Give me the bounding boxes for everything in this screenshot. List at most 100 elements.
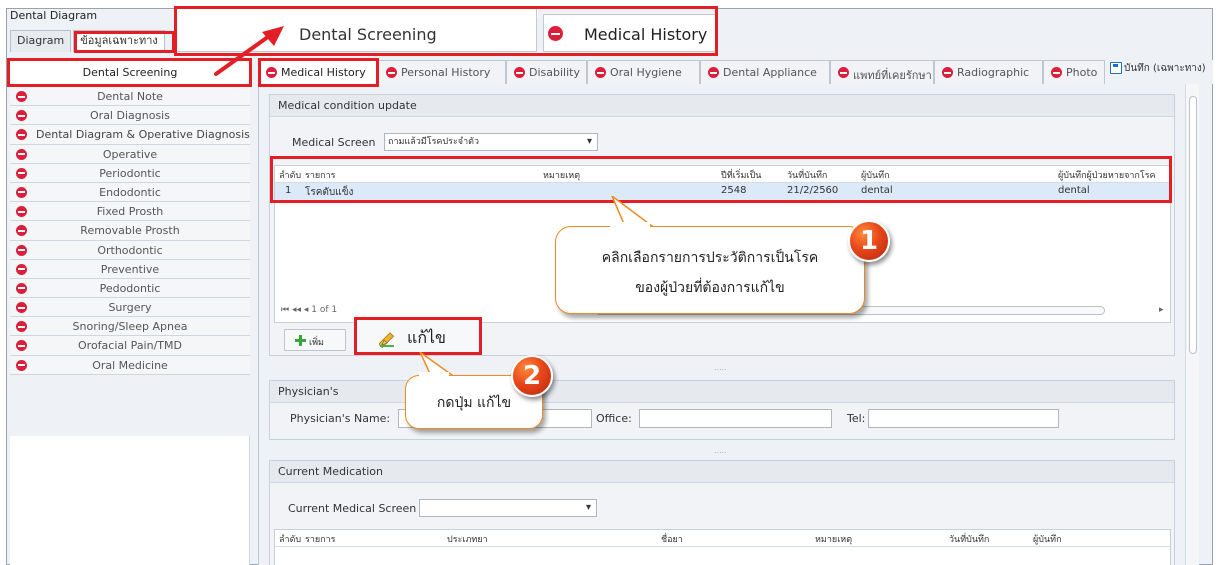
sidebar-item-label: Preventive bbox=[100, 262, 160, 276]
sidebar-item[interactable]: Oral Diagnosis bbox=[10, 106, 250, 126]
zoom-tab-medical-history-label: Medical History bbox=[584, 25, 708, 44]
sidebar-item[interactable]: Fixed Prosth bbox=[10, 202, 250, 222]
medical-condition-grid-header: ลำดับ รายการ หมายเหตุ ปีที่เริ่มเป็น วัน… bbox=[275, 166, 1170, 183]
row-start-year: 2548 bbox=[721, 185, 747, 196]
plus-icon bbox=[295, 335, 306, 346]
tab-4[interactable]: Dental Appliance bbox=[700, 60, 830, 84]
tab-5[interactable]: แพทย์ที่เคยรักษา bbox=[830, 60, 934, 84]
minus-circle-icon bbox=[708, 67, 719, 78]
office-label: Office: bbox=[596, 412, 632, 425]
tab-6[interactable]: Radiographic bbox=[934, 60, 1043, 84]
sidebar-item[interactable]: Removable Prosth bbox=[10, 221, 250, 241]
zoom-tab-medical-history[interactable]: Medical History bbox=[543, 14, 716, 52]
col-item: รายการ bbox=[305, 535, 336, 545]
col-no: ลำดับ bbox=[279, 171, 302, 181]
col-record-date: วันที่บันทึก bbox=[949, 535, 990, 545]
sidebar-item[interactable]: Orofacial Pain/TMD bbox=[10, 336, 250, 356]
office-field[interactable] bbox=[639, 409, 832, 428]
scroll-right-icon[interactable]: ▸ bbox=[1159, 305, 1164, 315]
tab-7[interactable]: Photo bbox=[1043, 60, 1105, 84]
splitter-dots[interactable]: ..... bbox=[714, 363, 727, 372]
tab-1[interactable]: Personal History bbox=[378, 60, 506, 84]
current-medical-screen-select[interactable] bbox=[419, 499, 597, 517]
sidebar-item[interactable]: Snoring/Sleep Apnea bbox=[10, 317, 250, 337]
sidebar-item-label: Surgery bbox=[108, 301, 152, 315]
vertical-scrollbar-thumb[interactable] bbox=[1189, 96, 1197, 354]
tab-label: แพทย์ที่เคยรักษา bbox=[853, 69, 932, 82]
physician-name-label: Physician's Name: bbox=[290, 412, 391, 425]
tab-diagram[interactable]: Diagram bbox=[10, 30, 72, 52]
sidebar-item[interactable]: Surgery bbox=[10, 298, 250, 318]
pencil-icon bbox=[379, 332, 394, 348]
tab-label: Medical History bbox=[281, 66, 366, 79]
tab-specialty-info[interactable]: ข้อมูลเฉพาะทาง bbox=[73, 30, 165, 52]
sidebar-item[interactable]: Operative bbox=[10, 144, 250, 164]
save-specialty-label: บันทึก (เฉพาะทาง) bbox=[1124, 63, 1206, 74]
col-recorder: ผู้บันทึก bbox=[861, 171, 890, 181]
minus-circle-icon bbox=[1051, 67, 1062, 78]
medical-screen-select[interactable]: ถามแล้วมีโรคประจำตัว bbox=[384, 133, 598, 151]
zoom-tab-dental-screening-label: Dental Screening bbox=[299, 25, 437, 44]
sidebar-item[interactable]: Dental Diagram & Operative Diagnosis bbox=[10, 125, 250, 145]
col-item: รายการ bbox=[305, 171, 336, 181]
add-button[interactable]: เพิ่ม bbox=[284, 329, 346, 351]
sidebar-item-label: Dental Diagram & Operative Diagnosis bbox=[36, 128, 250, 142]
sidebar-item[interactable]: Oral Medicine bbox=[10, 355, 250, 375]
vertical-scrollbar[interactable] bbox=[1185, 84, 1199, 565]
tab-label: Radiographic bbox=[957, 66, 1030, 79]
current-medication-grid-header: ลำดับ รายการ ประเภทยา ชื่อยา หมายเหตุ วั… bbox=[275, 530, 1170, 547]
tab-label: Dental Appliance bbox=[723, 66, 817, 79]
splitter-dots[interactable]: ..... bbox=[714, 446, 727, 455]
step-2-badge: 2 bbox=[511, 355, 553, 397]
col-drug-type: ประเภทยา bbox=[447, 535, 488, 545]
add-button-label: เพิ่ม bbox=[309, 338, 324, 348]
instruction-callout-step-1: คลิกเลือกรายการประวัติการเป็นโรค ของผู้ป… bbox=[555, 226, 865, 314]
pager-text: 1 of 1 bbox=[311, 305, 338, 315]
sidebar-item-label: Operative bbox=[102, 147, 158, 161]
sidebar-item-label: Oral Medicine bbox=[92, 358, 168, 372]
tab-label: Photo bbox=[1066, 66, 1098, 79]
sidebar-item-label: Endodontic bbox=[99, 185, 161, 199]
medical-condition-title: Medical condition update bbox=[270, 95, 1174, 117]
grid-pager[interactable]: ⏮ ◂◂ ◂ 1 of 1 bbox=[281, 305, 337, 315]
callout-2-text: กดปุ่ม แก้ไข bbox=[436, 395, 512, 411]
sidebar-item-label: Oral Diagnosis bbox=[90, 109, 170, 123]
row-cured-by: dental bbox=[1058, 185, 1090, 196]
tab-2[interactable]: Disability bbox=[506, 60, 587, 84]
sidebar-item[interactable]: Dental Note bbox=[10, 87, 250, 107]
table-row[interactable]: 1 โรคตับแข็ง 2548 21/2/2560 dental denta… bbox=[275, 183, 1170, 200]
tel-field[interactable] bbox=[868, 409, 1059, 428]
current-medication-title: Current Medication bbox=[270, 461, 1174, 483]
minus-circle-icon bbox=[16, 129, 27, 141]
sidebar-item[interactable]: Orthodontic bbox=[10, 240, 250, 260]
col-drug-name: ชื่อยา bbox=[661, 535, 683, 545]
row-item: โรคตับแข็ง bbox=[305, 187, 354, 198]
sidebar-item[interactable]: Preventive bbox=[10, 259, 250, 279]
sidebar-item[interactable]: Periodontic bbox=[10, 163, 250, 183]
col-no: ลำดับ bbox=[279, 535, 302, 545]
window-title: Dental Diagram bbox=[10, 9, 98, 22]
sidebar-item[interactable]: Endodontic bbox=[10, 182, 250, 203]
callout-1-line-1: คลิกเลือกรายการประวัติการเป็นโรค bbox=[601, 250, 819, 266]
screening-tab-bar: Medical History Personal History Disabilit… bbox=[258, 60, 1213, 84]
sidebar-item-label: Removable Prosth bbox=[80, 224, 180, 238]
sidebar-item[interactable]: Pedodontic bbox=[10, 278, 250, 299]
left-nav-list: Dental Screening Dental Note Oral Diagnosi… bbox=[10, 58, 250, 375]
pager-first-icon[interactable]: ⏮ ◂◂ ◂ bbox=[281, 305, 311, 315]
tab-3[interactable]: Oral Hygiene bbox=[587, 60, 700, 84]
col-cured-by: ผู้บันทึกผู้ป่วยหายจากโรค bbox=[1058, 171, 1156, 181]
tel-label: Tel: bbox=[847, 412, 866, 425]
current-medication-group: Current Medication Current Medical Scree… bbox=[269, 460, 1175, 565]
edit-button-label: แก้ไข bbox=[407, 328, 446, 347]
sidebar-item-label: Orthodontic bbox=[97, 243, 163, 257]
tab-label: Disability bbox=[529, 66, 580, 79]
edit-button[interactable]: แก้ไข bbox=[354, 317, 482, 355]
sidebar-item-label: Fixed Prosth bbox=[96, 205, 164, 219]
tab-label: Oral Hygiene bbox=[610, 66, 682, 79]
minus-circle-icon bbox=[386, 67, 397, 78]
minus-circle-icon bbox=[595, 67, 606, 78]
red-arrow-icon bbox=[214, 26, 284, 76]
minus-circle-icon bbox=[838, 67, 849, 78]
callout-pointer-join bbox=[610, 222, 650, 230]
col-note: หมายเหตุ bbox=[815, 535, 853, 545]
